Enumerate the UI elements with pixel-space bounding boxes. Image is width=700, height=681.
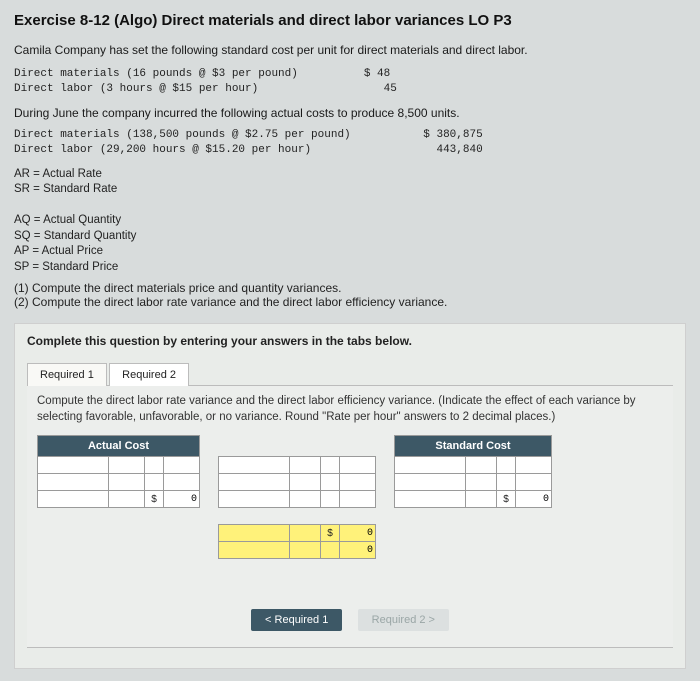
input-variance-1[interactable]	[340, 526, 375, 542]
nav-row: < Required 1 Required 2 >	[37, 609, 663, 631]
tab-bar: Required 1 Required 2	[27, 362, 673, 385]
act-line1: Direct materials (138,500 pounds @ $2.75…	[14, 129, 483, 141]
legend-sp: SP = Standard Price	[14, 260, 686, 276]
tab-content: Compute the direct labor rate variance a…	[27, 385, 673, 648]
intro-text: Camila Company has set the following sta…	[14, 43, 686, 57]
legend-ap: AP = Actual Price	[14, 244, 686, 260]
tasks-block: (1) Compute the direct materials price a…	[14, 281, 686, 309]
input-standard-total[interactable]	[516, 492, 551, 508]
act-line2: Direct labor (29,200 hours @ $15.20 per …	[14, 144, 483, 156]
during-text: During June the company incurred the fol…	[14, 106, 686, 120]
dollar-sign-mid: $	[321, 525, 340, 542]
dollar-sign-left: $	[145, 491, 164, 508]
tab-required-1[interactable]: Required 1	[27, 363, 107, 386]
next-button[interactable]: Required 2 >	[358, 609, 449, 631]
panel-heading: Complete this question by entering your …	[27, 334, 673, 348]
task-2: (2) Compute the direct labor rate varian…	[14, 295, 686, 309]
prev-button[interactable]: < Required 1	[251, 609, 342, 631]
input-actual-total[interactable]	[164, 492, 199, 508]
legend-ar: AR = Actual Rate	[14, 167, 686, 183]
legend-aq: AQ = Actual Quantity	[14, 213, 686, 229]
legend-sr: SR = Standard Rate	[14, 182, 686, 198]
std-line1: Direct materials (16 pounds @ $3 per pou…	[14, 68, 390, 80]
header-actual-cost: Actual Cost	[38, 436, 200, 457]
question-prompt: Compute the direct labor rate variance a…	[37, 394, 663, 425]
tab-required-2[interactable]: Required 2	[109, 363, 189, 386]
actual-cost-block: Direct materials (138,500 pounds @ $2.75…	[14, 128, 686, 159]
worksheet-area: Actual Cost Standard Cost	[37, 435, 663, 595]
task-1: (1) Compute the direct materials price a…	[14, 281, 686, 295]
standard-cost-block: Direct materials (16 pounds @ $3 per pou…	[14, 67, 686, 98]
header-standard-cost: Standard Cost	[395, 436, 552, 457]
dollar-sign-right: $	[497, 491, 516, 508]
page-title: Exercise 8-12 (Algo) Direct materials an…	[14, 12, 686, 29]
answer-panel: Complete this question by entering your …	[14, 323, 686, 669]
std-line2: Direct labor (3 hours @ $15 per hour) 45	[14, 83, 397, 95]
legend-sq: SQ = Standard Quantity	[14, 229, 686, 245]
legend-block: AR = Actual Rate SR = Standard Rate AQ =…	[14, 167, 686, 276]
worksheet-table: Actual Cost Standard Cost	[37, 435, 552, 559]
input-variance-2[interactable]	[340, 543, 375, 559]
